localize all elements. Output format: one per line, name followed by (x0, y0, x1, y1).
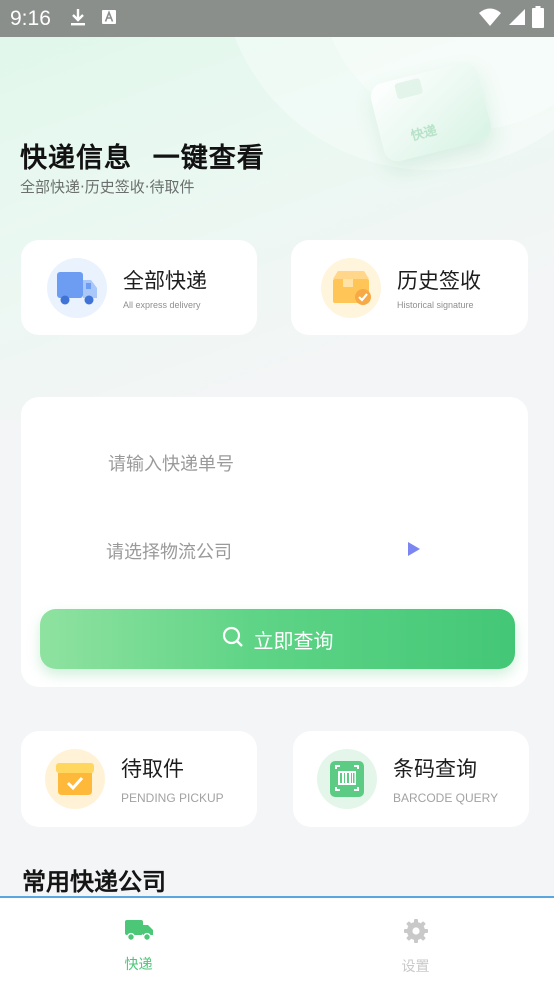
tracking-number-input[interactable]: 请输入快递单号 (108, 450, 408, 476)
search-icon (222, 626, 244, 653)
barcode-query-subtitle: BARCODE QUERY (393, 791, 499, 805)
history-signed-title: 历史签收 (397, 269, 481, 293)
parcel-label: 快递 (409, 123, 439, 145)
status-time: 9:16 (10, 6, 51, 30)
package-check-icon (321, 257, 381, 318)
barcode-query-card[interactable]: 条码查询 BARCODE QUERY (293, 731, 529, 827)
history-signed-subtitle: Historical signature (397, 300, 474, 310)
hero-background (0, 0, 554, 420)
tab-express[interactable]: 快递 (0, 898, 277, 984)
tab-settings-label: 设置 (401, 959, 430, 975)
keyboard-a-icon (101, 9, 117, 29)
status-bar: 9:16 (0, 0, 554, 37)
select-arrow-icon[interactable] (408, 542, 420, 556)
page-title: 快递信息 一键查看 (20, 143, 265, 174)
parcel-lid (394, 77, 424, 100)
all-express-title: 全部快递 (123, 269, 207, 293)
barcode-scan-icon (317, 749, 377, 809)
barcode-query-title: 条码查询 (393, 757, 477, 781)
bottom-tab-bar: 快递 设置 (0, 896, 554, 984)
query-button-label: 立即查询 (253, 628, 334, 653)
all-express-card[interactable]: 全部快递 All express delivery (21, 240, 257, 335)
pending-pickup-subtitle: PENDING PICKUP (121, 791, 224, 805)
truck-icon (124, 918, 154, 946)
page-subtitle: 全部快递·历史签收·待取件 (20, 178, 195, 196)
common-couriers-heading: 常用快递公司 (22, 868, 166, 896)
logistics-company-select[interactable]: 请选择物流公司 (106, 538, 406, 564)
all-express-subtitle: All express delivery (123, 300, 201, 310)
truck-icon (47, 257, 107, 318)
pickup-box-icon (45, 749, 105, 809)
query-button[interactable]: 立即查询 (40, 609, 515, 669)
download-icon (69, 7, 87, 31)
tab-settings[interactable]: 设置 (277, 898, 554, 984)
battery-icon (532, 5, 544, 32)
tab-express-label: 快递 (124, 957, 153, 973)
pending-pickup-title: 待取件 (121, 757, 184, 781)
gear-icon (403, 918, 429, 948)
pending-pickup-card[interactable]: 待取件 PENDING PICKUP (21, 731, 257, 827)
signal-icon (508, 8, 526, 30)
wifi-icon (478, 7, 502, 31)
history-signed-card[interactable]: 历史签收 Historical signature (291, 240, 528, 335)
